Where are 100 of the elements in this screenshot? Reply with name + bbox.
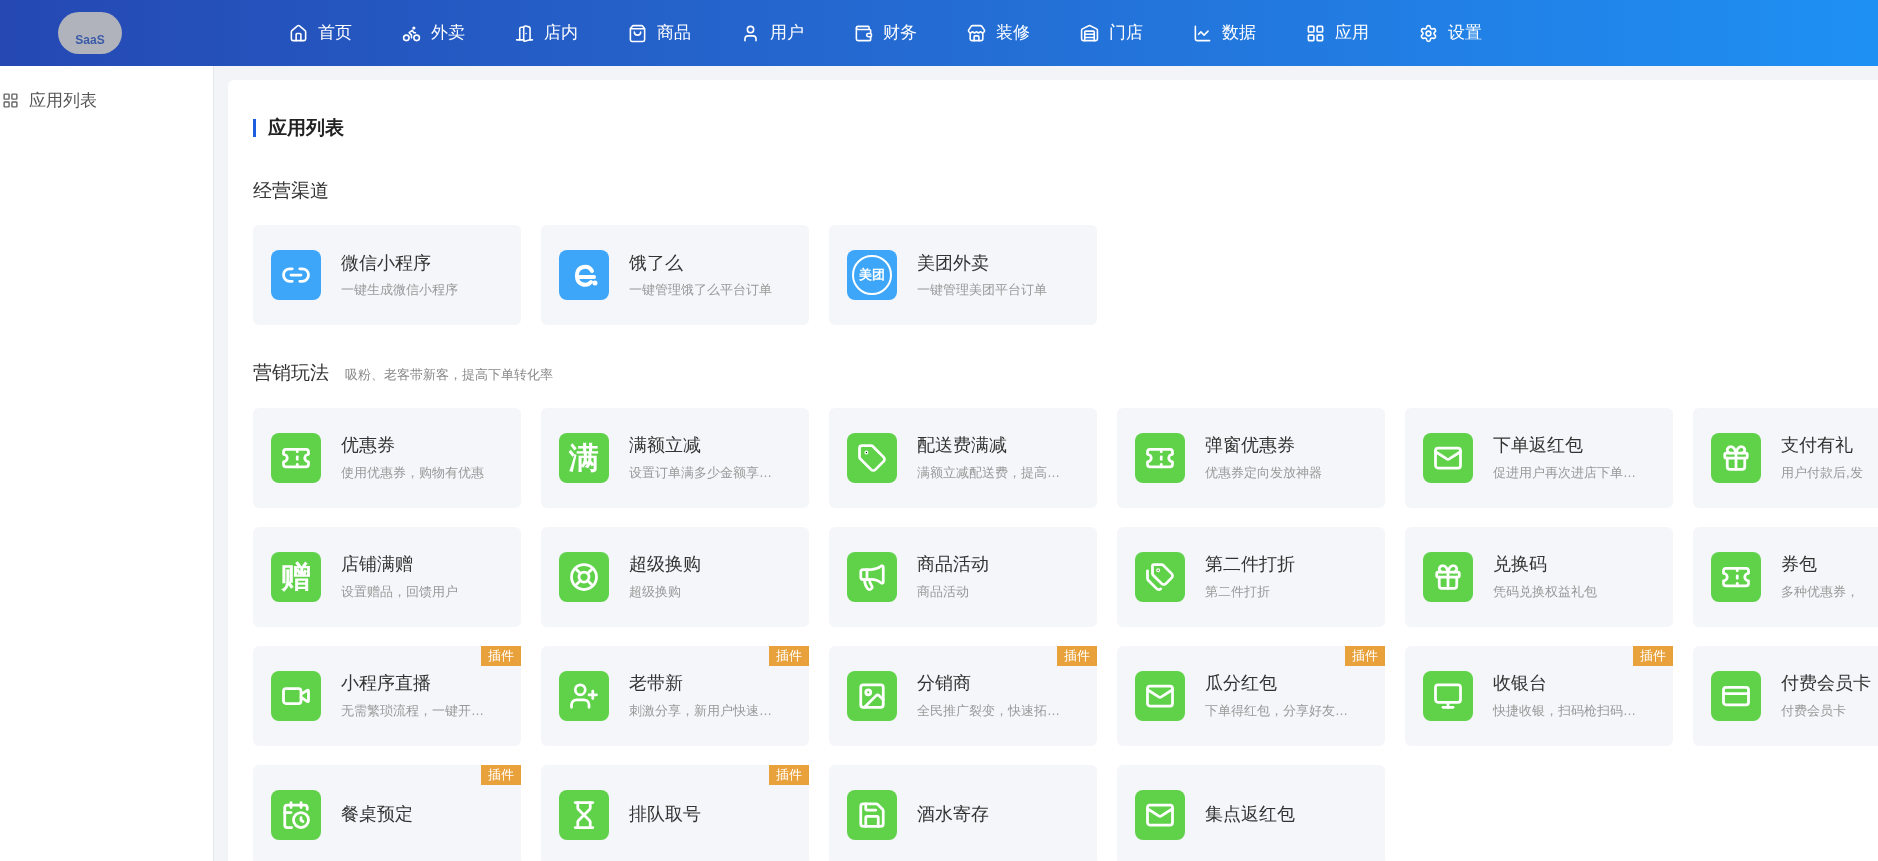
app-card[interactable]: 弹窗优惠券 优惠券定向发放神器 xyxy=(1117,407,1385,508)
envelope-icon xyxy=(1135,670,1185,721)
nav-item[interactable]: 装修 xyxy=(967,20,1030,46)
app-description: 无需繁琐流程，一键开… xyxy=(341,702,484,719)
page-title: 应用列表 xyxy=(268,116,344,140)
settings-icon xyxy=(1419,23,1438,43)
app-card[interactable]: 第二件打折 第二件打折 xyxy=(1117,526,1385,627)
plugin-badge: 插件 xyxy=(1057,645,1097,666)
app-name: 集点返红包 xyxy=(1205,803,1295,826)
app-description: 使用优惠券，购物有优惠 xyxy=(341,464,484,481)
app-description: 超级换购 xyxy=(629,583,682,600)
app-name: 排队取号 xyxy=(629,803,701,826)
app-description: 优惠券定向发放神器 xyxy=(1205,464,1322,481)
calendar-icon xyxy=(271,789,321,840)
bag-icon xyxy=(628,23,647,43)
app-card[interactable]: 分销商 全民推广裂变，快速拓… 插件 xyxy=(829,645,1097,746)
sidebar-item[interactable]: 应用列表 xyxy=(0,88,213,114)
app-card[interactable]: 优惠券 使用优惠券，购物有优惠 xyxy=(253,407,521,508)
app-name: 瓜分红包 xyxy=(1205,672,1278,695)
app-icon: 满 xyxy=(559,432,609,483)
ticket-icon xyxy=(271,432,321,483)
app-card[interactable]: 赠 店铺满赠 设置赠品，回馈用户 xyxy=(253,526,521,627)
app-card[interactable]: 微信小程序 一键生成微信小程序 xyxy=(253,225,521,325)
app-card[interactable]: 付费会员卡 付费会员卡 xyxy=(1693,645,1878,746)
app-name: 餐桌预定 xyxy=(341,803,413,826)
nav-item[interactable]: 设置 xyxy=(1419,20,1482,46)
image-icon xyxy=(847,670,897,721)
app-name: 兑换码 xyxy=(1493,553,1548,576)
app-card[interactable]: 满 满额立减 设置订单满多少金额享… xyxy=(541,407,809,508)
app-name: 满额立减 xyxy=(629,434,702,457)
grid-icon xyxy=(2,92,19,110)
nav-item[interactable]: 数据 xyxy=(1193,20,1256,46)
app-name: 商品活动 xyxy=(917,553,989,576)
plugin-badge: 插件 xyxy=(1345,645,1385,666)
app-icon: 赠 xyxy=(271,551,321,602)
monitor-icon xyxy=(1423,670,1473,721)
app-description: 下单得红包，分享好友… xyxy=(1205,702,1348,719)
nav-item[interactable]: 首页 xyxy=(289,20,352,46)
app-name: 第二件打折 xyxy=(1205,553,1295,576)
app-description: 凭码兑换权益礼包 xyxy=(1493,583,1597,600)
app-card[interactable]: 配送费满减 满额立减配送费，提高… xyxy=(829,407,1097,508)
plugin-badge: 插件 xyxy=(481,645,521,666)
shop-icon xyxy=(1080,23,1099,43)
app-name: 美团外卖 xyxy=(917,251,990,275)
app-card[interactable]: 美团 美团外卖 一键管理美团平台订单 xyxy=(829,225,1097,325)
user-icon xyxy=(741,23,760,43)
app-card[interactable]: 排队取号 插件 xyxy=(541,764,809,861)
app-name: 付费会员卡 xyxy=(1781,672,1871,695)
app-card[interactable]: 小程序直播 无需繁琐流程，一键开… 插件 xyxy=(253,645,521,746)
app-name: 收银台 xyxy=(1493,672,1548,695)
app-name: 分销商 xyxy=(917,672,972,695)
app-card[interactable]: 支付有礼 用户付款后,发 xyxy=(1693,407,1878,508)
nav-item[interactable]: 用户 xyxy=(741,20,804,46)
app-description: 刺激分享，新用户快速… xyxy=(629,702,772,719)
app-icon: 美团 xyxy=(847,250,897,300)
app-card[interactable]: 餐桌预定 插件 xyxy=(253,764,521,861)
section-title: 营销玩法 xyxy=(253,361,329,385)
tag-icon xyxy=(847,432,897,483)
app-card[interactable]: 券包 多种优惠券， xyxy=(1693,526,1878,627)
link-icon xyxy=(271,250,321,300)
wallet-icon xyxy=(854,23,873,43)
video-camera-icon xyxy=(271,670,321,721)
nav-item[interactable]: 应用 xyxy=(1306,20,1369,46)
app-card[interactable]: 酒水寄存 xyxy=(829,764,1097,861)
app-description: 第二件打折 xyxy=(1205,583,1271,600)
app-card[interactable]: 集点返红包 xyxy=(1117,764,1385,861)
app-name: 微信小程序 xyxy=(341,251,432,275)
e-logo-icon xyxy=(559,250,609,300)
nav-item[interactable]: 店内 xyxy=(515,20,578,46)
nav-item[interactable]: 外卖 xyxy=(402,20,465,46)
app-description: 全民推广裂变，快速拓… xyxy=(917,702,1060,719)
ticket-icon xyxy=(1711,551,1761,602)
app-card[interactable]: 瓜分红包 下单得红包，分享好友… 插件 xyxy=(1117,645,1385,746)
app-name: 弹窗优惠券 xyxy=(1205,434,1296,457)
app-name: 超级换购 xyxy=(629,553,701,576)
app-description: 付费会员卡 xyxy=(1781,702,1847,719)
app-card[interactable]: 兑换码 凭码兑换权益礼包 xyxy=(1405,526,1673,627)
app-description: 设置订单满多少金额享… xyxy=(629,464,772,481)
store-icon xyxy=(967,23,986,43)
app-description: 满额立减配送费，提高… xyxy=(917,464,1060,481)
ticket-icon xyxy=(1135,432,1185,483)
nav-item[interactable]: 门店 xyxy=(1080,20,1143,46)
plugin-badge: 插件 xyxy=(769,645,809,666)
plugin-badge: 插件 xyxy=(481,764,521,785)
door-icon xyxy=(515,23,534,43)
app-name: 支付有礼 xyxy=(1781,434,1854,457)
app-card[interactable]: 下单返红包 促进用户再次进店下单… xyxy=(1405,407,1673,508)
app-card[interactable]: 商品活动 商品活动 xyxy=(829,526,1097,627)
app-description: 用户付款后,发 xyxy=(1781,464,1863,481)
card-icon xyxy=(1711,670,1761,721)
nav-item[interactable]: 财务 xyxy=(854,20,917,46)
section-title: 经营渠道 xyxy=(253,178,329,203)
app-card[interactable]: 饿了么 一键管理饿了么平台订单 xyxy=(541,225,809,325)
app-card[interactable]: 超级换购 超级换购 xyxy=(541,526,809,627)
user-plus-icon xyxy=(559,670,609,721)
app-card[interactable]: 老带新 刺激分享，新用户快速… 插件 xyxy=(541,645,809,746)
gift-icon xyxy=(1711,432,1761,483)
nav-item[interactable]: 商品 xyxy=(628,20,691,46)
app-card[interactable]: 收银台 快捷收银，扫码枪扫码… 插件 xyxy=(1405,645,1673,746)
app-description: 一键生成微信小程序 xyxy=(341,282,458,299)
